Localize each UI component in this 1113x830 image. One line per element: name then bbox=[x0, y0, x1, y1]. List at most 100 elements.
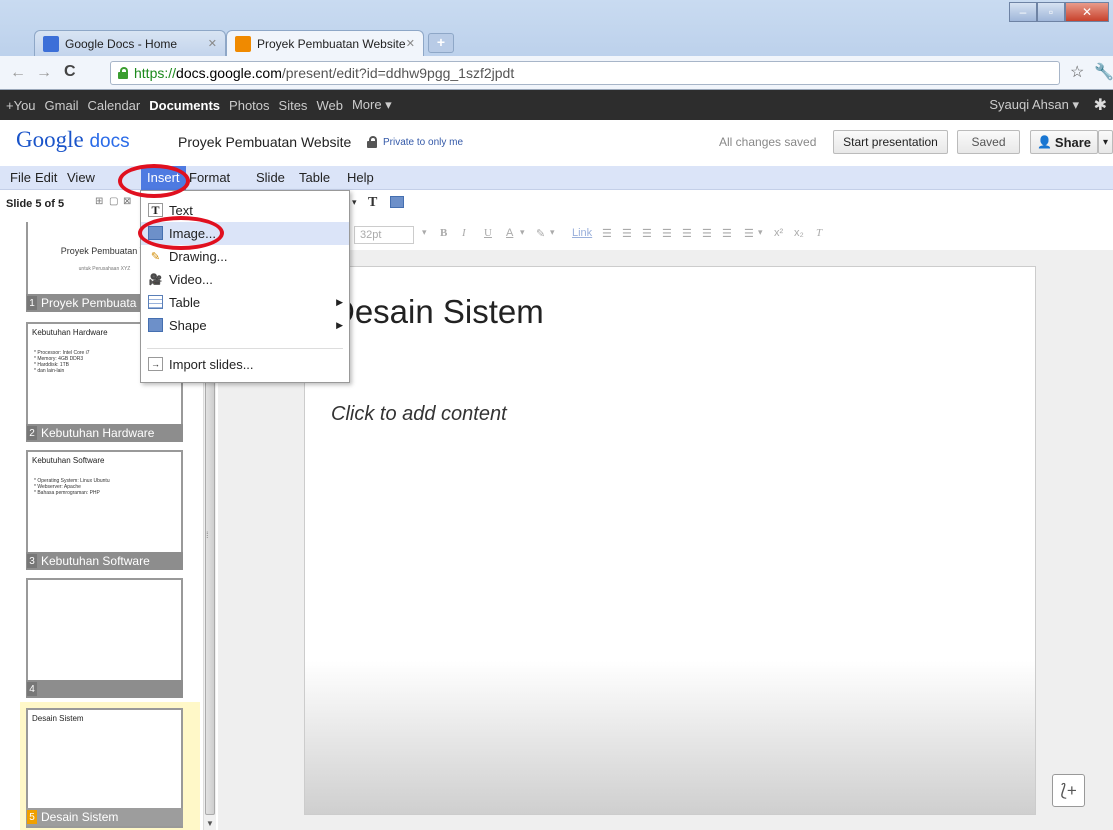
gbar-link-plus-you[interactable]: +You bbox=[6, 98, 36, 113]
menu-item-shape[interactable]: Shape ▶ bbox=[141, 314, 349, 337]
tab-close-icon[interactable]: ✕ bbox=[406, 37, 415, 50]
insert-text-box-icon[interactable]: T bbox=[368, 195, 377, 211]
scroll-down-icon[interactable]: ▼ bbox=[206, 819, 214, 828]
slide-label-text: Kebutuhan Software bbox=[41, 554, 150, 568]
slide-label-5[interactable]: 5 Desain Sistem bbox=[26, 808, 183, 826]
tab-proyek-pembuatan-website[interactable]: Proyek Pembuatan Website ✕ bbox=[226, 30, 424, 56]
menu-help[interactable]: Help bbox=[347, 170, 374, 185]
text-box-icon: T bbox=[148, 203, 163, 217]
menu-format[interactable]: Format bbox=[189, 170, 230, 185]
menu-item-video[interactable]: 🎥 Video... bbox=[141, 268, 349, 291]
panel-splitter-icon[interactable]: ⁞ bbox=[206, 530, 209, 540]
subscript-icon[interactable]: x₂ bbox=[794, 227, 804, 239]
underline-icon[interactable]: U bbox=[484, 227, 492, 239]
align-left-icon[interactable]: ☰ bbox=[682, 227, 692, 240]
gbar-link-gmail[interactable]: Gmail bbox=[45, 98, 79, 113]
tab-google-docs-home[interactable]: Google Docs - Home ✕ bbox=[34, 30, 226, 56]
gbar-link-sites[interactable]: Sites bbox=[279, 98, 308, 113]
slide-number: 3 bbox=[27, 554, 37, 568]
text-color-dropdown-icon[interactable]: ▾ bbox=[520, 227, 525, 238]
slide[interactable]: Desain Sistem Click to add content bbox=[304, 266, 1036, 815]
menu-view[interactable]: View bbox=[67, 170, 95, 185]
highlight-dropdown-icon[interactable]: ▾ bbox=[550, 227, 555, 238]
user-account-menu[interactable]: Syauqi Ahsan ▾ bbox=[989, 97, 1079, 113]
decrease-indent-icon[interactable]: ☰ bbox=[642, 227, 652, 240]
slide-label-4[interactable]: 4 bbox=[26, 680, 183, 698]
line-spacing-icon[interactable]: ☰ bbox=[744, 227, 754, 240]
align-center-icon[interactable]: ☰ bbox=[702, 227, 712, 240]
submenu-arrow-icon: ▶ bbox=[336, 320, 343, 330]
insert-image-icon[interactable] bbox=[390, 196, 404, 208]
add-slide-small-icon[interactable]: ⊞ bbox=[95, 196, 103, 207]
document-title[interactable]: Proyek Pembuatan Website bbox=[178, 134, 351, 150]
menu-file[interactable]: File bbox=[10, 170, 31, 185]
maximize-button[interactable]: ▫ bbox=[1037, 2, 1065, 22]
privacy-link[interactable]: Private to only me bbox=[366, 136, 463, 148]
gbar-link-documents[interactable]: Documents bbox=[149, 98, 220, 113]
menu-item-import-slides[interactable]: → Import slides... bbox=[141, 353, 349, 376]
slide-body-placeholder[interactable]: Click to add content bbox=[331, 403, 507, 426]
slide-number: 5 bbox=[27, 810, 37, 824]
bulleted-list-icon[interactable]: ☰ bbox=[622, 227, 632, 240]
slide-label-text: Kebutuhan Hardware bbox=[41, 426, 155, 440]
italic-icon[interactable]: I bbox=[462, 227, 466, 239]
font-size-select[interactable]: 32pt bbox=[354, 226, 414, 244]
superscript-icon[interactable]: x² bbox=[774, 227, 783, 239]
url-host: docs.google.com bbox=[176, 65, 282, 81]
forward-icon[interactable]: → bbox=[36, 64, 52, 82]
bookmark-star-icon[interactable]: ☆ bbox=[1070, 62, 1084, 82]
wrench-icon[interactable]: 🔧 bbox=[1094, 62, 1113, 82]
toolbar-insert: ▾ T bbox=[218, 190, 1113, 220]
gbar-link-more[interactable]: More ▾ bbox=[352, 97, 392, 113]
line-spacing-dropdown-icon[interactable]: ▾ bbox=[758, 227, 763, 238]
delete-slide-icon[interactable]: ⊠ bbox=[123, 196, 131, 207]
slide-number: 2 bbox=[27, 426, 37, 440]
google-docs-logo[interactable]: Google docs bbox=[16, 127, 130, 153]
gbar-link-photos[interactable]: Photos bbox=[229, 98, 269, 113]
address-bar[interactable]: https:// docs.google.com /present/edit?i… bbox=[110, 61, 1060, 85]
url-scheme: https:// bbox=[134, 65, 177, 81]
speaker-notes-icon[interactable]: ⟅+ bbox=[1052, 774, 1085, 807]
font-size-dropdown-icon[interactable]: ▾ bbox=[422, 227, 427, 238]
gear-icon[interactable]: ✱ bbox=[1094, 95, 1107, 115]
back-icon[interactable]: ← bbox=[10, 64, 26, 82]
text-color-icon[interactable]: A bbox=[506, 227, 513, 239]
presentation-favicon-icon bbox=[235, 35, 251, 52]
lock-icon bbox=[117, 67, 129, 79]
new-tab-button[interactable]: + bbox=[428, 33, 454, 53]
numbered-list-icon[interactable]: ☰ bbox=[602, 227, 612, 240]
thumb-title: Kebutuhan Hardware bbox=[32, 328, 108, 337]
increase-indent-icon[interactable]: ☰ bbox=[662, 227, 672, 240]
share-person-icon: 👤 bbox=[1036, 135, 1052, 149]
close-window-button[interactable]: ✕ bbox=[1065, 2, 1109, 22]
docs-favicon-icon bbox=[43, 35, 59, 52]
link-button[interactable]: Link bbox=[572, 227, 592, 239]
clear-formatting-icon[interactable]: T bbox=[816, 227, 822, 239]
share-dropdown-button[interactable]: ▾ bbox=[1098, 130, 1113, 154]
reload-icon[interactable]: C bbox=[64, 63, 76, 81]
slide-label-3[interactable]: 3 Kebutuhan Software bbox=[26, 552, 183, 570]
dropdown-arrow-icon[interactable]: ▾ bbox=[352, 197, 357, 208]
share-button[interactable]: 👤 Share bbox=[1030, 130, 1098, 154]
duplicate-slide-icon[interactable]: ▢ bbox=[109, 196, 118, 207]
slide-count: Slide 5 of 5 bbox=[6, 198, 65, 210]
menu-edit[interactable]: Edit bbox=[35, 170, 57, 185]
slide-label-2[interactable]: 2 Kebutuhan Hardware bbox=[26, 424, 183, 442]
highlight-color-icon[interactable]: ✎ bbox=[536, 227, 545, 240]
logo-docs-text: docs bbox=[89, 131, 130, 152]
align-right-icon[interactable]: ☰ bbox=[722, 227, 732, 240]
slide-canvas: Desain Sistem Click to add content ⟅+ bbox=[218, 250, 1113, 830]
gbar-link-calendar[interactable]: Calendar bbox=[87, 98, 140, 113]
bold-icon[interactable]: B bbox=[440, 227, 447, 239]
lock-icon bbox=[366, 136, 378, 148]
menu-table[interactable]: Table bbox=[299, 170, 330, 185]
gbar-link-web[interactable]: Web bbox=[316, 98, 343, 113]
menu-item-table[interactable]: Table ▶ bbox=[141, 291, 349, 314]
slide-title[interactable]: Desain Sistem bbox=[331, 293, 544, 331]
menu-slide[interactable]: Slide bbox=[256, 170, 285, 185]
toolbar-format: 32pt ▾ B I U A ▾ ✎ ▾ Link ☰ ☰ ☰ ☰ ☰ ☰ ☰ … bbox=[218, 220, 1113, 250]
minimize-button[interactable]: – bbox=[1009, 2, 1037, 22]
start-presentation-button[interactable]: Start presentation bbox=[833, 130, 948, 154]
tab-close-icon[interactable]: ✕ bbox=[208, 37, 217, 50]
saved-button[interactable]: Saved bbox=[957, 130, 1020, 154]
